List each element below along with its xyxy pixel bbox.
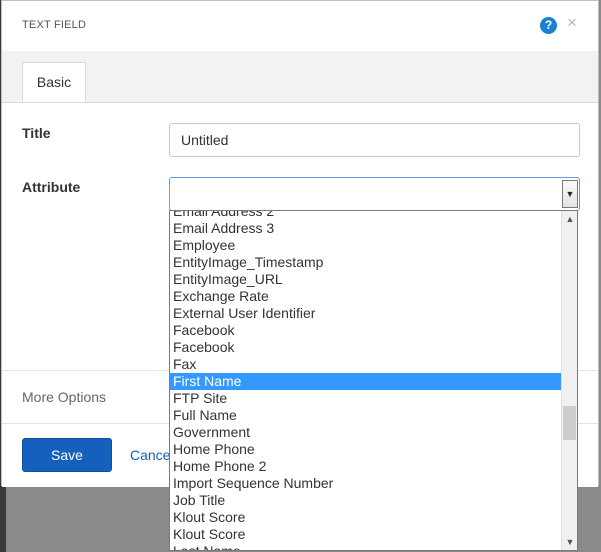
dropdown-option[interactable]: Facebook [170, 322, 561, 339]
save-button[interactable]: Save [22, 438, 112, 472]
attribute-select[interactable]: ▼ [169, 177, 580, 211]
attribute-dropdown-list[interactable]: Email Address 2 Email Address 3 Employee En… [169, 210, 578, 551]
dropdown-option[interactable]: Home Phone 2 [170, 458, 561, 475]
dropdown-option[interactable]: FTP Site [170, 390, 561, 407]
dropdown-option[interactable]: Import Sequence Number [170, 475, 561, 492]
dropdown-option[interactable]: EntityImage_Timestamp [170, 254, 561, 271]
title-input[interactable] [169, 123, 580, 157]
dropdown-option[interactable]: External User Identifier [170, 305, 561, 322]
dropdown-option[interactable]: EntityImage_URL [170, 271, 561, 288]
dropdown-option[interactable]: Klout Score [170, 526, 561, 543]
attribute-label: Attribute [22, 179, 81, 195]
chevron-down-icon[interactable]: ▼ [562, 180, 578, 208]
dropdown-option[interactable]: Full Name [170, 407, 561, 424]
dialog-header: TEXT FIELD ? × [2, 1, 598, 52]
options-list: Email Address 2 Email Address 3 Employee En… [170, 211, 561, 550]
title-label: Title [22, 125, 51, 141]
dropdown-option[interactable]: Email Address 2 [170, 211, 561, 220]
help-icon[interactable]: ? [540, 17, 557, 34]
scroll-up-icon[interactable]: ▲ [562, 211, 577, 227]
dialog-title: TEXT FIELD [22, 19, 87, 31]
cancel-link[interactable]: Cancel [130, 447, 174, 463]
dropdown-option[interactable]: Last Name [170, 543, 561, 550]
tab-basic[interactable]: Basic [22, 62, 86, 102]
more-options-toggle[interactable]: More Options [22, 389, 106, 405]
dropdown-option[interactable]: Klout Score [170, 509, 561, 526]
dropdown-option[interactable]: Fax [170, 356, 561, 373]
dropdown-option[interactable]: Job Title [170, 492, 561, 509]
dropdown-option[interactable]: Government [170, 424, 561, 441]
dropdown-option[interactable]: Home Phone [170, 441, 561, 458]
dropdown-option[interactable]: Email Address 3 [170, 220, 561, 237]
scroll-thumb[interactable] [563, 406, 576, 440]
scroll-down-icon[interactable]: ▼ [562, 534, 577, 550]
dropdown-option[interactable]: First Name [170, 373, 561, 390]
dropdown-option[interactable]: Facebook [170, 339, 561, 356]
dropdown-scrollbar[interactable]: ▲ ▼ [561, 211, 577, 550]
dropdown-option[interactable]: Employee [170, 237, 561, 254]
dropdown-option[interactable]: Exchange Rate [170, 288, 561, 305]
tab-bar: Basic [2, 51, 598, 103]
close-icon[interactable]: × [567, 13, 577, 33]
